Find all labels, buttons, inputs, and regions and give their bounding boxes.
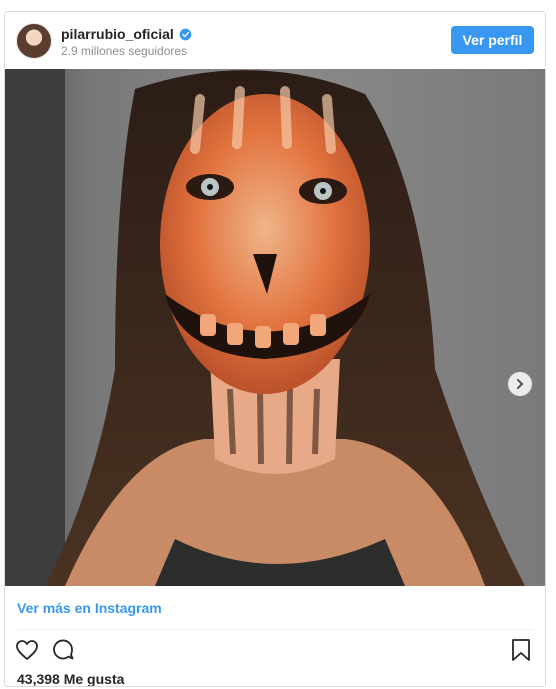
view-profile-button[interactable]: Ver perfil: [451, 26, 534, 54]
follower-count: 2.9 millones seguidores: [61, 44, 188, 58]
comment-button[interactable]: [49, 636, 77, 664]
verified-badge-icon: [179, 28, 192, 40]
heart-icon: [16, 640, 38, 660]
username-row: pilarrubio_oficial: [61, 26, 192, 42]
view-more-on-instagram-link[interactable]: Ver más en Instagram: [17, 600, 162, 616]
like-count[interactable]: 43,398 Me gusta: [17, 671, 124, 686]
post-header: pilarrubio_oficial 2.9 millones seguidor…: [5, 12, 545, 69]
chevron-right-icon: [517, 379, 524, 389]
post-image[interactable]: [5, 69, 545, 586]
save-button[interactable]: [507, 636, 535, 664]
post-photo: [5, 69, 545, 586]
bookmark-icon: [512, 639, 530, 661]
like-button[interactable]: [13, 636, 41, 664]
next-image-button[interactable]: [508, 372, 532, 396]
action-bar: [5, 636, 545, 666]
instagram-embed-card: pilarrubio_oficial 2.9 millones seguidor…: [4, 11, 546, 687]
avatar[interactable]: [16, 23, 52, 59]
comment-icon: [53, 639, 74, 660]
divider: [17, 629, 533, 630]
username[interactable]: pilarrubio_oficial: [61, 26, 174, 42]
